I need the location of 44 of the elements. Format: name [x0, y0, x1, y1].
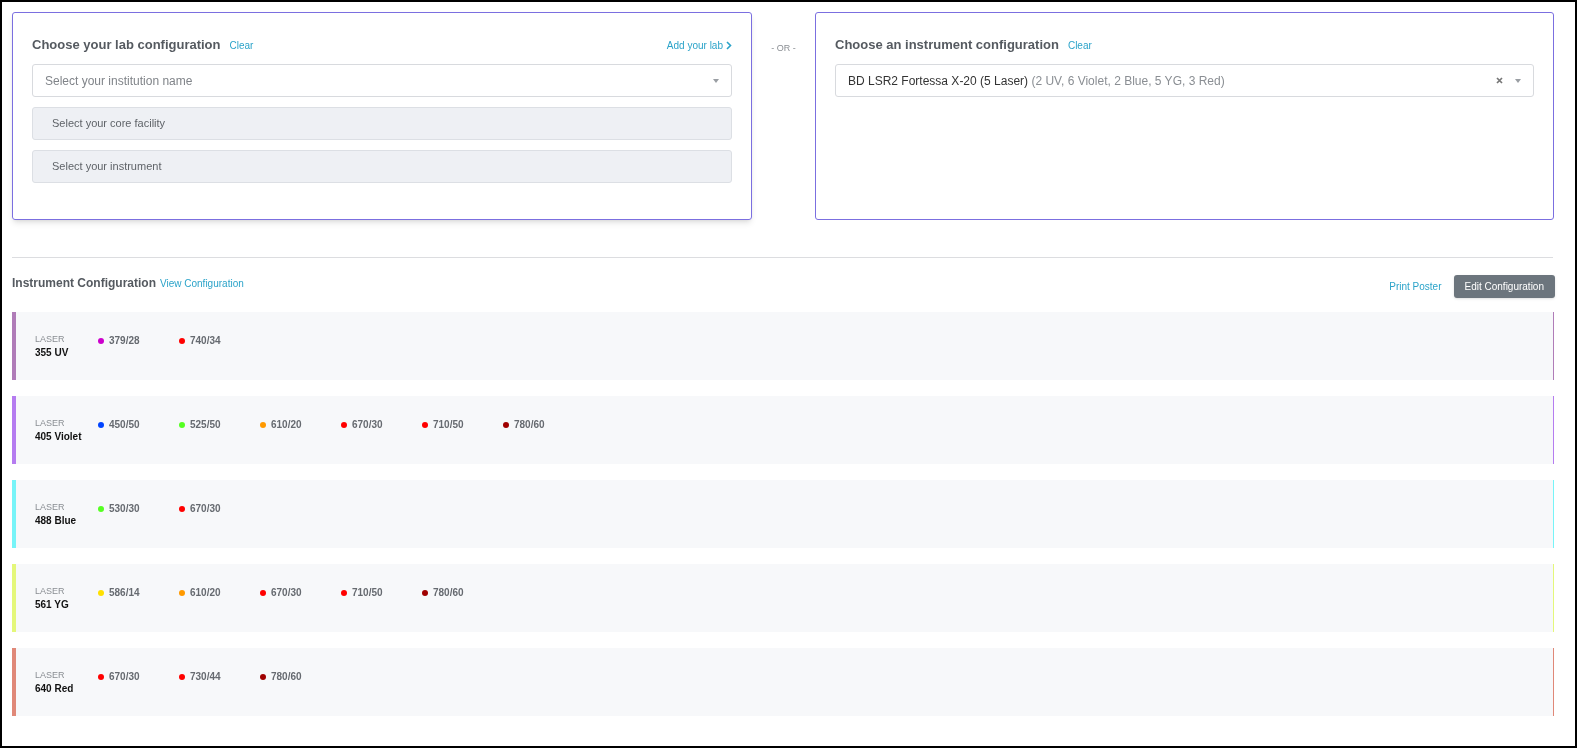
laser-name: 640 Red [35, 682, 75, 696]
filter-name: 670/30 [190, 502, 221, 516]
laser-label: LASER [35, 585, 66, 598]
instrument-dropdown[interactable]: BD LSR2 Fortessa X-20 (5 Laser) (2 UV, 6 Violet, 2 Blue, 5 YG, 3 Red) [835, 64, 1534, 97]
filter-name: 710/50 [352, 586, 383, 600]
filter-name: 730/44 [190, 670, 221, 684]
edit-configuration-button[interactable]: Edit Configuration [1453, 275, 1555, 298]
filter-name: 780/60 [514, 418, 545, 432]
chevron-right-icon [726, 40, 732, 50]
filter-name: 670/30 [109, 670, 140, 684]
separator-text: - OR - [771, 42, 796, 55]
clear-link[interactable]: Clear [229, 37, 254, 53]
clear-link[interactable]: Clear [1067, 37, 1092, 53]
view-configuration-link[interactable]: View Configuration [160, 276, 244, 291]
card-title: Choose your lab configuration [32, 36, 221, 55]
filter-name: 780/60 [433, 586, 464, 600]
card-title: Choose an instrument configuration [835, 36, 1059, 55]
filter-name: 780/60 [271, 670, 302, 684]
filter-name: 586/14 [109, 586, 140, 600]
institution-dropdown[interactable]: Select your institution name [32, 64, 732, 97]
laser-name: 488 Blue [35, 514, 78, 528]
caret-down-icon [713, 78, 719, 83]
laser-label: LASER [35, 333, 66, 346]
filter-name: 379/28 [109, 334, 140, 348]
section-title: Instrument Configuration [12, 275, 156, 292]
filter-name: 450/50 [109, 418, 140, 432]
filter-name: 710/50 [433, 418, 464, 432]
filter-name: 610/20 [190, 586, 221, 600]
laser-label: LASER [35, 417, 66, 430]
close-icon[interactable] [1496, 77, 1503, 84]
laser-label: LASER [35, 501, 66, 514]
print-poster-link[interactable]: Print Poster [1389, 279, 1442, 294]
filter-name: 670/30 [352, 418, 383, 432]
add-lab-link[interactable]: Add your lab [666, 37, 732, 53]
filter-name: 610/20 [271, 418, 302, 432]
laser-label: LASER [35, 669, 66, 682]
filter-name: 530/30 [109, 502, 140, 516]
filter-name: 740/34 [190, 334, 221, 348]
laser-name: 355 UV [35, 346, 70, 360]
filter-name: 525/50 [190, 418, 221, 432]
laser-name: 405 Violet [35, 430, 83, 444]
caret-down-icon [1515, 78, 1521, 83]
filter-name: 670/30 [271, 586, 302, 600]
laser-name: 561 YG [35, 598, 70, 612]
